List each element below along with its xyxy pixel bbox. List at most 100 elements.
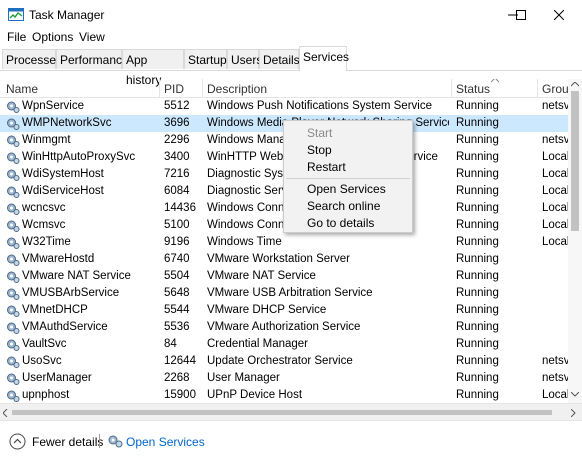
- close-button[interactable]: [536, 0, 582, 30]
- title-bar: Task Manager: [0, 0, 582, 30]
- column-divider[interactable]: [451, 79, 452, 97]
- cell-status: Running: [456, 168, 499, 180]
- cell-status: Running: [456, 287, 499, 299]
- fewer-details-button[interactable]: Fewer details: [32, 435, 103, 449]
- cell-pid: 6084: [164, 185, 190, 197]
- table-row[interactable]: VMAuthdService 5536 VMware Authorization S…: [0, 319, 582, 336]
- context-menu-open-services[interactable]: Open Services: [307, 182, 386, 196]
- tab-services[interactable]: Services: [299, 46, 349, 71]
- column-divider[interactable]: [202, 79, 203, 97]
- table-row[interactable]: UserManager 2268 User Manager Running netsvc: [0, 370, 582, 387]
- service-gear-icon: [6, 134, 20, 147]
- table-row[interactable]: VMUSBArbService 5648 VMware USB Arbitratio…: [0, 285, 582, 302]
- tab-users[interactable]: Users: [227, 49, 262, 69]
- cell-status: Running: [456, 134, 499, 146]
- context-menu-go-to-details[interactable]: Go to details: [307, 216, 374, 230]
- table-row[interactable]: VMwareHostd 6740 VMware Workstation Server…: [0, 251, 582, 268]
- scroll-right-icon[interactable]: [571, 409, 576, 417]
- context-menu-start: Start: [307, 126, 333, 140]
- scroll-left-icon[interactable]: [3, 409, 8, 417]
- service-gear-icon: [6, 253, 20, 266]
- cell-description: VMware Workstation Server: [207, 253, 350, 265]
- table-row[interactable]: VaultSvc 84 Credential Manager Running: [0, 336, 582, 353]
- column-divider[interactable]: [159, 79, 160, 97]
- vertical-scroll-thumb[interactable]: [571, 91, 579, 231]
- cell-pid: 5512: [164, 100, 190, 112]
- service-gear-icon: [6, 236, 20, 249]
- service-gear-icon: [6, 304, 20, 317]
- footer: Fewer details Open Services: [0, 420, 582, 462]
- cell-pid: 5504: [164, 270, 190, 282]
- service-gear-icon: [6, 117, 20, 130]
- tab-bar: Processes Performance App history Startu…: [0, 46, 582, 87]
- cell-status: Running: [456, 100, 499, 112]
- cell-status: Running: [456, 219, 499, 231]
- cell-name: Winmgmt: [22, 134, 71, 146]
- context-menu-search-online[interactable]: Search online: [307, 199, 380, 213]
- maximize-icon: [516, 10, 526, 20]
- menu-view[interactable]: View: [79, 30, 105, 44]
- menu-file[interactable]: File: [7, 30, 26, 44]
- cell-name: upnphost: [22, 389, 70, 401]
- cell-pid: 12644: [164, 355, 196, 367]
- service-gear-icon: [6, 185, 20, 198]
- table-row[interactable]: W32Time 9196 Windows Time Running LocalS: [0, 234, 582, 251]
- cell-name: VMnetDHCP: [22, 304, 88, 316]
- service-gear-icon: [6, 287, 20, 300]
- task-manager-icon: [8, 8, 24, 21]
- cell-status: Running: [456, 389, 499, 401]
- table-header: Name PID Description Status Group: [0, 79, 582, 98]
- services-gear-icon: [108, 435, 123, 448]
- tab-startup[interactable]: Startup: [184, 49, 227, 69]
- collapse-icon[interactable]: [9, 433, 26, 450]
- cell-name: wcncsvc: [22, 202, 66, 214]
- context-menu-restart[interactable]: Restart: [307, 160, 346, 174]
- column-divider[interactable]: [537, 79, 538, 97]
- table-row[interactable]: WpnService 5512 Windows Push Notifications…: [0, 98, 582, 115]
- cell-status: Running: [456, 321, 499, 333]
- scroll-up-icon[interactable]: [571, 82, 579, 87]
- cell-name: VMAuthdService: [22, 321, 108, 333]
- cell-name: Wcmsvc: [22, 219, 66, 231]
- menu-options[interactable]: Options: [32, 30, 73, 44]
- cell-pid: 9196: [164, 236, 190, 248]
- cell-name: UsoSvc: [22, 355, 62, 367]
- service-gear-icon: [6, 219, 20, 232]
- horizontal-scroll-thumb[interactable]: [12, 410, 552, 415]
- column-header-pid[interactable]: PID: [164, 82, 184, 96]
- scroll-down-icon[interactable]: [571, 392, 579, 397]
- service-gear-icon: [6, 321, 20, 334]
- horizontal-scrollbar[interactable]: [0, 403, 582, 421]
- cell-status: Running: [456, 338, 499, 350]
- column-header-description[interactable]: Description: [207, 82, 267, 96]
- cell-status: Running: [456, 270, 499, 282]
- context-menu-stop[interactable]: Stop: [307, 143, 332, 157]
- cell-description: Update Orchestrator Service: [207, 355, 353, 367]
- service-gear-icon: [6, 389, 20, 402]
- cell-pid: 5544: [164, 304, 190, 316]
- cell-pid: 5536: [164, 321, 190, 333]
- service-gear-icon: [6, 338, 20, 351]
- table-row[interactable]: UsoSvc 12644 Update Orchestrator Service Ru…: [0, 353, 582, 370]
- open-services-link[interactable]: Open Services: [126, 435, 205, 449]
- cell-description: VMware Authorization Service: [207, 321, 361, 333]
- tab-details[interactable]: Details: [259, 49, 300, 69]
- cell-status: Running: [456, 117, 499, 129]
- cell-status: Running: [456, 151, 499, 163]
- cell-name: VMware NAT Service: [22, 270, 131, 282]
- cell-description: VMware DHCP Service: [207, 304, 327, 316]
- column-header-status[interactable]: Status: [456, 82, 490, 96]
- column-header-name[interactable]: Name: [6, 82, 38, 96]
- cell-name: WMPNetworkSvc: [22, 117, 112, 129]
- service-gear-icon: [6, 151, 20, 164]
- cell-name: W32Time: [22, 236, 71, 248]
- table-row[interactable]: VMnetDHCP 5544 VMware DHCP Service Running: [0, 302, 582, 319]
- tab-performance[interactable]: Performance: [56, 49, 129, 69]
- table-row[interactable]: VMware NAT Service 5504 VMware NAT Service…: [0, 268, 582, 285]
- tab-app-history[interactable]: App history: [122, 49, 184, 87]
- table-row[interactable]: upnphost 15900 UPnP Device Host Running Loca…: [0, 387, 582, 403]
- vertical-scrollbar[interactable]: [568, 79, 582, 403]
- cell-description: VMware USB Arbitration Service: [207, 287, 373, 299]
- tab-processes[interactable]: Processes: [2, 49, 62, 69]
- cell-pid: 3400: [164, 151, 190, 163]
